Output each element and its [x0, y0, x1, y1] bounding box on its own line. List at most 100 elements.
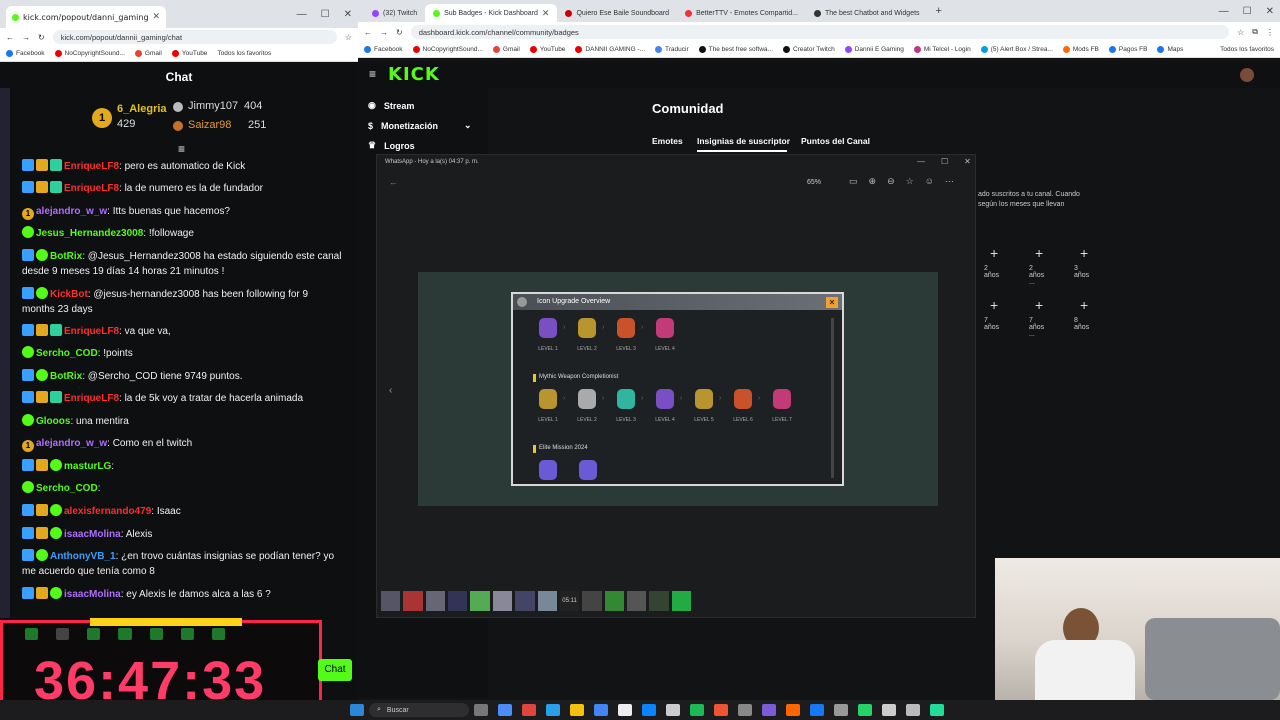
more-icon[interactable]: ⋯ [945, 176, 954, 187]
chat-username[interactable]: BotRix [50, 251, 82, 262]
bookmark-item[interactable]: Mi Telcel - Login [913, 46, 971, 53]
thumbnail[interactable] [582, 591, 602, 611]
sidebar-item-monetizacion[interactable]: $ Monetización ⌄ [368, 120, 472, 131]
close-window-icon[interactable]: ✕ [1266, 6, 1274, 17]
tab-insignias[interactable]: Insignias de suscriptor [697, 136, 790, 146]
taskbar-app-icon[interactable] [738, 704, 752, 716]
taskbar-app-icon[interactable] [618, 704, 632, 716]
chat-send-button[interactable]: Chat [318, 659, 352, 681]
thumbnail[interactable] [448, 591, 468, 611]
bookmark-item[interactable]: Maps [1157, 46, 1183, 53]
right-tab[interactable]: BetterTTV - Emotes Compartid... [677, 4, 806, 22]
taskbar-app-icon[interactable] [930, 704, 944, 716]
thumbnail[interactable] [470, 591, 490, 611]
bookmark-youtube[interactable]: YouTube [171, 50, 207, 57]
thumbnail[interactable] [515, 591, 535, 611]
bookmark-item[interactable]: Creator Twitch [782, 46, 835, 53]
taskbar-app-icon[interactable] [522, 704, 536, 716]
bookmark-item[interactable]: Gmail [492, 46, 520, 53]
menu-icon[interactable]: ⋮ [1266, 28, 1274, 37]
windows-start-icon[interactable] [350, 704, 364, 716]
taskbar-app-icon[interactable] [666, 704, 680, 716]
bookmark-item[interactable]: DANNII GAMING -... [575, 46, 645, 53]
taskbar-app-icon[interactable] [546, 704, 560, 716]
thumbnail[interactable] [604, 591, 624, 611]
new-tab-icon[interactable]: + [936, 5, 942, 17]
star-icon[interactable]: ☆ [906, 176, 914, 187]
right-tab[interactable]: The best Chatbot and Widgets [806, 4, 928, 22]
chat-username[interactable]: masturLG [64, 461, 111, 472]
taskbar-app-icon[interactable] [690, 704, 704, 716]
close-icon[interactable]: ✕ [542, 8, 550, 19]
taskbar-app-icon[interactable] [498, 704, 512, 716]
zoom-in-icon[interactable]: ⊕ [869, 176, 877, 187]
chat-username[interactable]: isaacMolina [64, 529, 121, 540]
star-icon[interactable]: ☆ [1237, 28, 1244, 37]
taskbar-app-icon[interactable] [810, 704, 824, 716]
thumbnail[interactable] [649, 591, 669, 611]
left-tab[interactable]: kick.com/popout/danni_gaming ✕ [6, 6, 167, 28]
reload-icon[interactable]: ↻ [396, 28, 403, 37]
thumbnail[interactable] [492, 591, 513, 611]
bookmark-item[interactable]: (5) Alert Box / Strea... [980, 46, 1053, 53]
reload-icon[interactable]: ↻ [38, 33, 45, 42]
bookmark-item[interactable]: Mods FB [1062, 46, 1099, 53]
add-badge-button[interactable]: + [1035, 245, 1043, 261]
taskbar-app-icon[interactable] [594, 704, 608, 716]
thumbnail[interactable] [626, 591, 647, 611]
right-url-input[interactable]: dashboard.kick.com/channel/community/bad… [410, 25, 1230, 39]
chat-username[interactable]: alexisfernando479 [64, 506, 151, 517]
chat-username[interactable]: AnthonyVB_1 [50, 551, 116, 562]
scrollbar[interactable] [831, 318, 834, 478]
minimize-icon[interactable]: — [297, 9, 307, 20]
avatar[interactable] [1240, 68, 1254, 82]
add-badge-button[interactable]: + [1080, 297, 1088, 313]
close-icon[interactable]: ✕ [826, 297, 838, 308]
back-icon[interactable]: ← [6, 33, 14, 42]
hamburger-icon[interactable]: ≡ [369, 67, 376, 81]
close-icon[interactable]: ✕ [153, 12, 161, 22]
extensions-icon[interactable]: ⧉ [1252, 27, 1258, 37]
back-icon[interactable]: ← [389, 177, 398, 187]
taskbar-app-icon[interactable] [882, 704, 896, 716]
expand-icon[interactable]: ≡ [178, 142, 185, 156]
bookmark-gmail[interactable]: Gmail [134, 50, 162, 57]
bookmark-folder[interactable]: Todos los favoritos [1220, 46, 1274, 53]
taskbar-app-icon[interactable] [474, 704, 488, 716]
sidebar-item-stream[interactable]: ◉ Stream [368, 100, 414, 111]
bookmark-item[interactable]: YouTube [529, 46, 565, 53]
zoom-out-icon[interactable]: ⊖ [887, 176, 895, 187]
bookmark-item[interactable]: The best free softwa... [698, 46, 773, 53]
chat-username[interactable]: Glooos [36, 416, 70, 427]
forward-icon[interactable]: → [380, 28, 388, 37]
right-tab[interactable]: Quiero Ese Baile Soundboard [557, 4, 677, 22]
fit-icon[interactable]: ▭ [849, 176, 858, 187]
thumbnail[interactable] [403, 591, 423, 611]
chat-username[interactable]: alejandro_w_w [36, 206, 107, 217]
taskbar-app-icon[interactable] [570, 704, 584, 716]
minimize-icon[interactable]: — [917, 157, 925, 166]
thumbnail[interactable]: 05:11 [559, 591, 580, 611]
chat-username[interactable]: EnriqueLF8 [64, 183, 119, 194]
right-tab-active[interactable]: Sub Badges - Kick Dashboard ✕ [425, 4, 558, 22]
left-url-input[interactable]: kick.com/popout/dannii_gaming/chat [52, 30, 337, 44]
taskbar-app-icon[interactable] [834, 704, 848, 716]
back-icon[interactable]: ← [364, 28, 372, 37]
tab-puntos[interactable]: Puntos del Canal [801, 136, 870, 146]
thumbnail[interactable] [381, 591, 401, 611]
close-window-icon[interactable]: ✕ [344, 9, 352, 20]
maximize-icon[interactable]: ☐ [321, 9, 330, 20]
bookmark-facebook[interactable]: Facebook [6, 50, 45, 57]
bookmark-item[interactable]: Facebook [364, 46, 403, 53]
bookmark-item[interactable]: Traducir [655, 46, 689, 53]
maximize-icon[interactable]: ☐ [941, 157, 948, 166]
forward-icon[interactable]: → [22, 33, 30, 42]
thumbnail[interactable] [425, 591, 446, 611]
bookmark-item[interactable]: Dannii E Gaming [844, 46, 904, 53]
chat-username[interactable]: Sercho_COD [36, 348, 98, 359]
chat-username[interactable]: alejandro_w_w [36, 438, 107, 449]
right-tab[interactable]: (32) Twitch [364, 4, 425, 22]
bookmark-folder[interactable]: Todos los favoritos [217, 50, 271, 57]
chat-username[interactable]: Jesus_Hernandez3008 [36, 228, 143, 239]
thumbnail[interactable] [671, 591, 692, 611]
